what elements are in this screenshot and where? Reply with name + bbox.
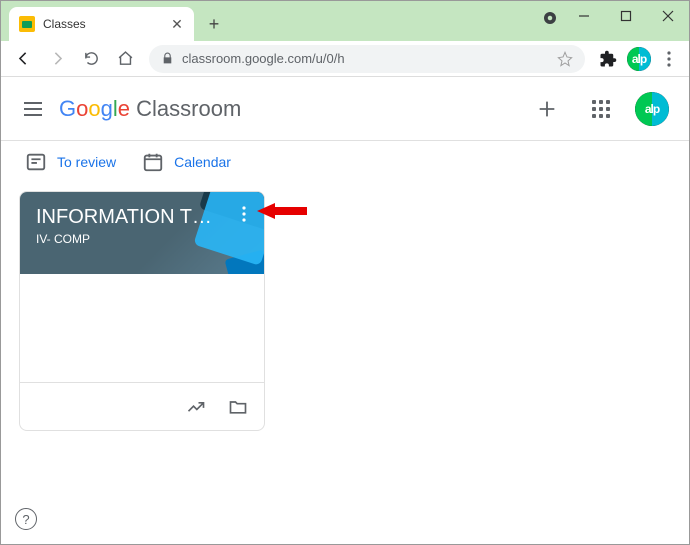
account-avatar[interactable]: alp [635,92,669,126]
extensions-button[interactable] [595,46,621,72]
app-logo[interactable]: Google Classroom [59,96,241,122]
create-join-button[interactable] [527,89,567,129]
nav-reload-button[interactable] [77,45,105,73]
nav-forward-button[interactable] [43,45,71,73]
class-card[interactable]: INFORMATION TECH... IV- COMP [19,191,265,431]
help-button[interactable]: ? [15,508,37,530]
window-close-button[interactable] [647,1,689,31]
calendar-link[interactable]: Calendar [142,151,231,173]
browser-tab[interactable]: Classes ✕ [9,7,194,41]
to-review-link[interactable]: To review [25,151,116,173]
new-tab-button[interactable]: + [200,10,228,38]
browser-title-bar: Classes ✕ + [1,1,689,41]
bookmark-star-icon[interactable] [557,51,573,67]
google-apps-button[interactable] [581,89,621,129]
list-icon [25,151,47,173]
calendar-icon [142,151,164,173]
class-card-footer [20,382,264,430]
window-minimize-button[interactable] [563,1,605,31]
classroom-favicon [19,16,35,32]
url-text: classroom.google.com/u/0/h [182,51,549,66]
class-card-header[interactable]: INFORMATION TECH... IV- COMP [20,192,264,274]
nav-home-button[interactable] [111,45,139,73]
class-section: IV- COMP [36,232,248,246]
apps-grid-icon [592,100,610,118]
app-header: Google Classroom alp [1,77,689,141]
window-maximize-button[interactable] [605,1,647,31]
browser-toolbar: classroom.google.com/u/0/h alp [1,41,689,77]
tab-close-icon[interactable]: ✕ [170,17,184,31]
action-bar: To review Calendar [1,141,689,183]
tab-title: Classes [43,17,162,31]
class-card-body [20,274,264,382]
address-bar[interactable]: classroom.google.com/u/0/h [149,45,585,73]
browser-profile-avatar[interactable]: alp [627,47,651,71]
class-options-button[interactable] [234,204,254,224]
class-grid: INFORMATION TECH... IV- COMP [1,183,689,439]
main-menu-button[interactable] [21,97,45,121]
more-vert-icon [242,206,246,222]
lock-icon [161,52,174,65]
app-name: Classroom [136,96,241,121]
folder-button[interactable] [222,391,254,423]
window-controls [563,1,689,31]
browser-menu-button[interactable] [657,51,681,67]
calendar-label: Calendar [174,154,231,170]
class-title: INFORMATION TECH... [36,206,216,229]
trending-button[interactable] [180,391,212,423]
folder-icon [228,397,248,417]
nav-back-button[interactable] [9,45,37,73]
trending-icon [186,397,206,417]
to-review-label: To review [57,154,116,170]
account-indicator-icon[interactable] [541,9,559,27]
